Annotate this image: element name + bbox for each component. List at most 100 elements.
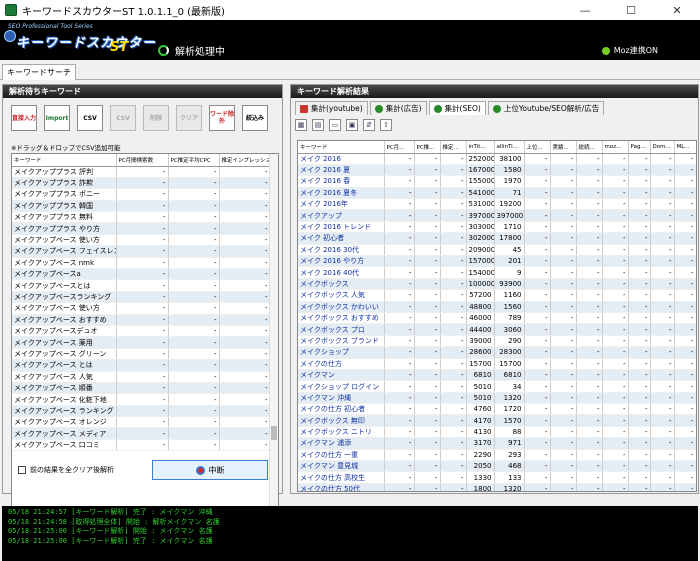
column-header[interactable]: 上位... xyxy=(524,141,551,154)
column-header[interactable]: 推定インプレッション... xyxy=(219,154,271,167)
table-row[interactable]: メイクアップベース 使い方 - - - xyxy=(12,234,271,247)
table-row[interactable]: メイク 2016 夏冬 - - -541000 71- - - - - - - xyxy=(298,187,696,200)
column-header[interactable]: moz... xyxy=(602,141,629,154)
table-row[interactable]: メイク 2016年 - - -531000 19200- - - - - - - xyxy=(298,198,696,211)
tab-ad-summary[interactable]: 集計(広告) xyxy=(369,101,427,115)
table-row[interactable]: メイクの仕方 初心者 - - -4760 1720- - - - - - - xyxy=(298,403,696,416)
table-row[interactable]: メイクの仕方 50代 - - -1800 1320- - - - - - - xyxy=(298,483,696,491)
csv-export-button[interactable]: CSV xyxy=(110,105,136,131)
table-row[interactable]: メイクアップベース オレンジ - - - xyxy=(12,416,271,429)
column-header[interactable]: Pag... xyxy=(628,141,651,154)
table-row[interactable]: メイク 2016 40代 - - -154000 9- - - - - - - xyxy=(298,266,696,279)
table-row[interactable]: メイクアップベースデュオ - - - xyxy=(12,325,271,338)
filter-button[interactable]: 絞込み xyxy=(242,105,268,131)
csv-import-button[interactable]: CSV xyxy=(77,105,103,131)
copy-icon[interactable]: ▭ xyxy=(329,119,341,131)
table-row[interactable]: メイクアップベース 順番 - - - xyxy=(12,382,271,395)
table-row[interactable]: メイクショップ ログイン - - -5010 34- - - - - - - xyxy=(298,380,696,393)
table-row[interactable]: メイクアップベース おすすめ - - - xyxy=(12,314,271,326)
table-row[interactable]: メイクアッププラス ポニー - - - xyxy=(12,188,271,201)
table-row[interactable]: メイクボックス おすすめ - - -46000 789- - - - - - - xyxy=(298,312,696,325)
table-row[interactable]: メイクボックス - - -100000 93900- - - - - - - xyxy=(298,278,696,291)
table-row[interactable]: メイクショップ - - -28600 28300- - - - - - - xyxy=(298,346,696,359)
maximize-button[interactable]: ☐ xyxy=(608,0,654,20)
table-row[interactable]: メイクアップベース フェイスレス... - - - xyxy=(12,245,271,258)
direct-input-button[interactable]: 直接入力 xyxy=(11,105,37,131)
delete-button[interactable]: 削除 xyxy=(143,105,169,131)
table-row[interactable]: メイクボックス 無印 - - -4170 1570- - - - - - - xyxy=(298,414,696,427)
table-row[interactable]: メイクアッププラス 評判 - - - xyxy=(12,166,271,178)
minimize-button[interactable]: — xyxy=(562,0,608,20)
export-icon[interactable]: ▣ xyxy=(346,119,358,131)
column-header[interactable]: PC推... xyxy=(414,141,441,154)
tab-seo-summary[interactable]: 集計(SEO) xyxy=(428,101,486,115)
table-row[interactable]: メイクアップベースa - - - xyxy=(12,268,271,281)
table-row[interactable]: メイクマン 浦添 - - -3170 971- - - - - - - xyxy=(298,437,696,450)
grid-view-icon[interactable]: ▦ xyxy=(295,119,307,131)
table-row[interactable]: メイクアップベース nmk - - - xyxy=(12,257,271,270)
table-row[interactable]: メイクアップベース 人気 - - - xyxy=(12,371,271,383)
column-header[interactable]: キーワード xyxy=(298,141,385,154)
table-row[interactable]: メイクマン 豊見城 - - -2050 468- - - - - - - xyxy=(298,460,696,473)
column-header[interactable]: 実績... xyxy=(550,141,577,154)
tab-youtube-summary[interactable]: 集計(youtube) xyxy=(295,101,368,115)
table-row[interactable]: メイクアップベースとは - - - xyxy=(12,279,271,292)
close-button[interactable]: ✕ xyxy=(654,0,700,20)
table-row[interactable]: メイクアップベース とは - - - xyxy=(12,359,271,372)
column-header[interactable]: inTit... xyxy=(466,141,495,154)
results-grid[interactable]: キーワード PC月... PC推... 推定... inTit... allinTi...… xyxy=(297,140,697,492)
table-row[interactable]: メイクアップ - - -397000 397000- - - - - - - xyxy=(298,209,696,222)
column-header[interactable]: 推定... xyxy=(440,141,467,154)
table-row[interactable]: メイクマン 沖縄 - - -5010 1320- - - - - - - xyxy=(298,392,696,405)
column-header[interactable]: 総続... xyxy=(576,141,603,154)
column-header[interactable]: キーワード xyxy=(12,154,117,167)
table-row[interactable]: メイクアップベースランキング - - - xyxy=(12,291,271,304)
clear-button[interactable]: クリア xyxy=(176,105,202,131)
table-row[interactable]: メイク 2016 やり方 - - -157000 201- - - - - - - xyxy=(298,255,696,268)
table-row[interactable]: メイクアップベース 使い方 - - - xyxy=(12,302,271,315)
column-header[interactable]: Dom... xyxy=(650,141,675,154)
table-row[interactable]: メイク 2016 30代 - - -209000 45- - - - - - - xyxy=(298,244,696,257)
table-row[interactable]: メイク 初心者 - - -302000 17800- - - - - - - xyxy=(298,232,696,245)
tab-keyword-search[interactable]: キーワードサーチ xyxy=(2,64,76,80)
table-row[interactable]: メイクボックス プロ - - -44400 3060- - - - - - - xyxy=(298,323,696,336)
table-row[interactable]: メイクアッププラス 無料 - - - xyxy=(12,211,271,224)
table-row[interactable]: メイクの仕方 - - -15700 15700- - - - - - - xyxy=(298,358,696,370)
table-row[interactable]: メイクアップベース メディア - - - xyxy=(12,427,271,440)
table-row[interactable]: メイク 2016 トレンド - - -303000 1710- - - - - - - xyxy=(298,221,696,234)
upload-icon[interactable]: ⇧ xyxy=(380,119,392,131)
column-header[interactable]: PC推定平均CPC xyxy=(168,154,220,167)
stop-button[interactable]: 中断 xyxy=(152,460,268,480)
table-row[interactable]: メイクアップベース ランキング - - - xyxy=(12,405,271,418)
column-header[interactable]: ML... xyxy=(674,141,696,154)
tab-top-analysis[interactable]: 上位Youtube/SEO解析/広告 xyxy=(487,101,605,115)
left-scrollbar[interactable] xyxy=(269,154,278,529)
table-row[interactable]: メイクアップベース グリーン - - - xyxy=(12,348,271,361)
table-row[interactable]: メイクマン - - -6810 6810- - - - - - - xyxy=(298,369,696,382)
column-header[interactable]: PC月間検索数 xyxy=(116,154,169,167)
left-scroll-thumb[interactable] xyxy=(271,426,277,440)
table-row[interactable]: メイクの仕方 一重 - - -2290 293- - - - - - - xyxy=(298,449,696,462)
column-header[interactable]: PC月... xyxy=(384,141,415,154)
table-row[interactable]: メイクボックス ブランド - - -39000 290- - - - - - - xyxy=(298,335,696,348)
table-row[interactable]: メイクアッププラス やり方 - - - xyxy=(12,222,271,235)
column-header[interactable]: allinTi... xyxy=(494,141,525,154)
table-row[interactable]: メイクアップベース 口コミ - - - xyxy=(12,439,271,452)
table-row[interactable]: メイクアップベース 薬用 - - - xyxy=(12,336,271,349)
table-row[interactable]: メイク 2016 春---15500001970------- xyxy=(298,175,696,188)
table-row[interactable]: メイクの仕方 高校生 - - -1330 133- - - - - - - xyxy=(298,471,696,484)
table-row[interactable]: メイク 2016 夏---16700001580------- xyxy=(298,164,696,177)
sort-icon[interactable]: ⇵ xyxy=(363,119,375,131)
table-row[interactable]: メイクボックス かわいい - - -48800 1560- - - - - - - xyxy=(298,301,696,313)
table-row[interactable]: メイク 2016---252000038100------- xyxy=(298,153,696,165)
clear-results-option[interactable]: 前の結果を全クリア後解析 xyxy=(18,465,114,475)
table-row[interactable]: メイクボックス 人気 - - -57200 1160- - - - - - - xyxy=(298,289,696,302)
table-row[interactable]: メイクアッププラス 韓国 - - - xyxy=(12,200,271,213)
table-row[interactable]: メイクアップベース 化粧下地 - - - xyxy=(12,393,271,406)
word-exclude-button[interactable]: ワード除外 xyxy=(209,105,235,131)
import-button[interactable]: Import xyxy=(44,105,70,131)
clear-results-checkbox[interactable] xyxy=(18,466,26,474)
list-view-icon[interactable]: ▤ xyxy=(312,119,324,131)
table-row[interactable]: メイクボックス ニトリ - - -4130 88- - - - - - - xyxy=(298,426,696,439)
table-row[interactable]: メイクアッププラス 詐欺 - - - xyxy=(12,177,271,190)
